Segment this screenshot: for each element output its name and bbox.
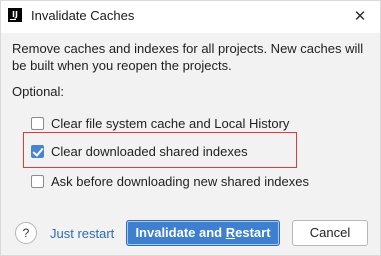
checkbox-clear-file-system-cache[interactable] [31,116,44,130]
checkbox-ask-before-downloading[interactable] [31,174,44,188]
help-icon[interactable]: ? [15,222,37,244]
option-ask-before-downloading[interactable]: Ask before downloading new shared indexe… [31,172,309,190]
button-label-suffix: estart [235,225,271,240]
app-icon-text: IJ [12,10,18,19]
title-bar: IJ Invalidate Caches ✕ [1,1,380,33]
just-restart-link[interactable]: Just restart [50,226,114,241]
invalidate-caches-dialog: IJ Invalidate Caches ✕ Remove caches and… [0,0,381,256]
app-icon-underline [10,19,16,20]
dialog-title: Invalidate Caches [31,8,135,23]
dialog-message: Remove caches and indexes for all projec… [12,41,364,73]
option-clear-file-system-cache[interactable]: Clear file system cache and Local Histor… [31,114,289,132]
option-label: Clear file system cache and Local Histor… [51,115,290,131]
optional-label: Optional: [12,84,65,99]
option-label: Ask before downloading new shared indexe… [51,173,310,189]
close-icon[interactable]: ✕ [350,6,370,26]
cancel-button[interactable]: Cancel [292,220,368,246]
highlight-annotation-box [23,132,297,168]
invalidate-and-restart-button[interactable]: Invalidate and Restart [126,220,280,246]
intellij-app-icon: IJ [8,8,22,22]
button-label-prefix: Invalidate and [135,225,226,240]
button-label-mnemonic: R [225,225,236,240]
